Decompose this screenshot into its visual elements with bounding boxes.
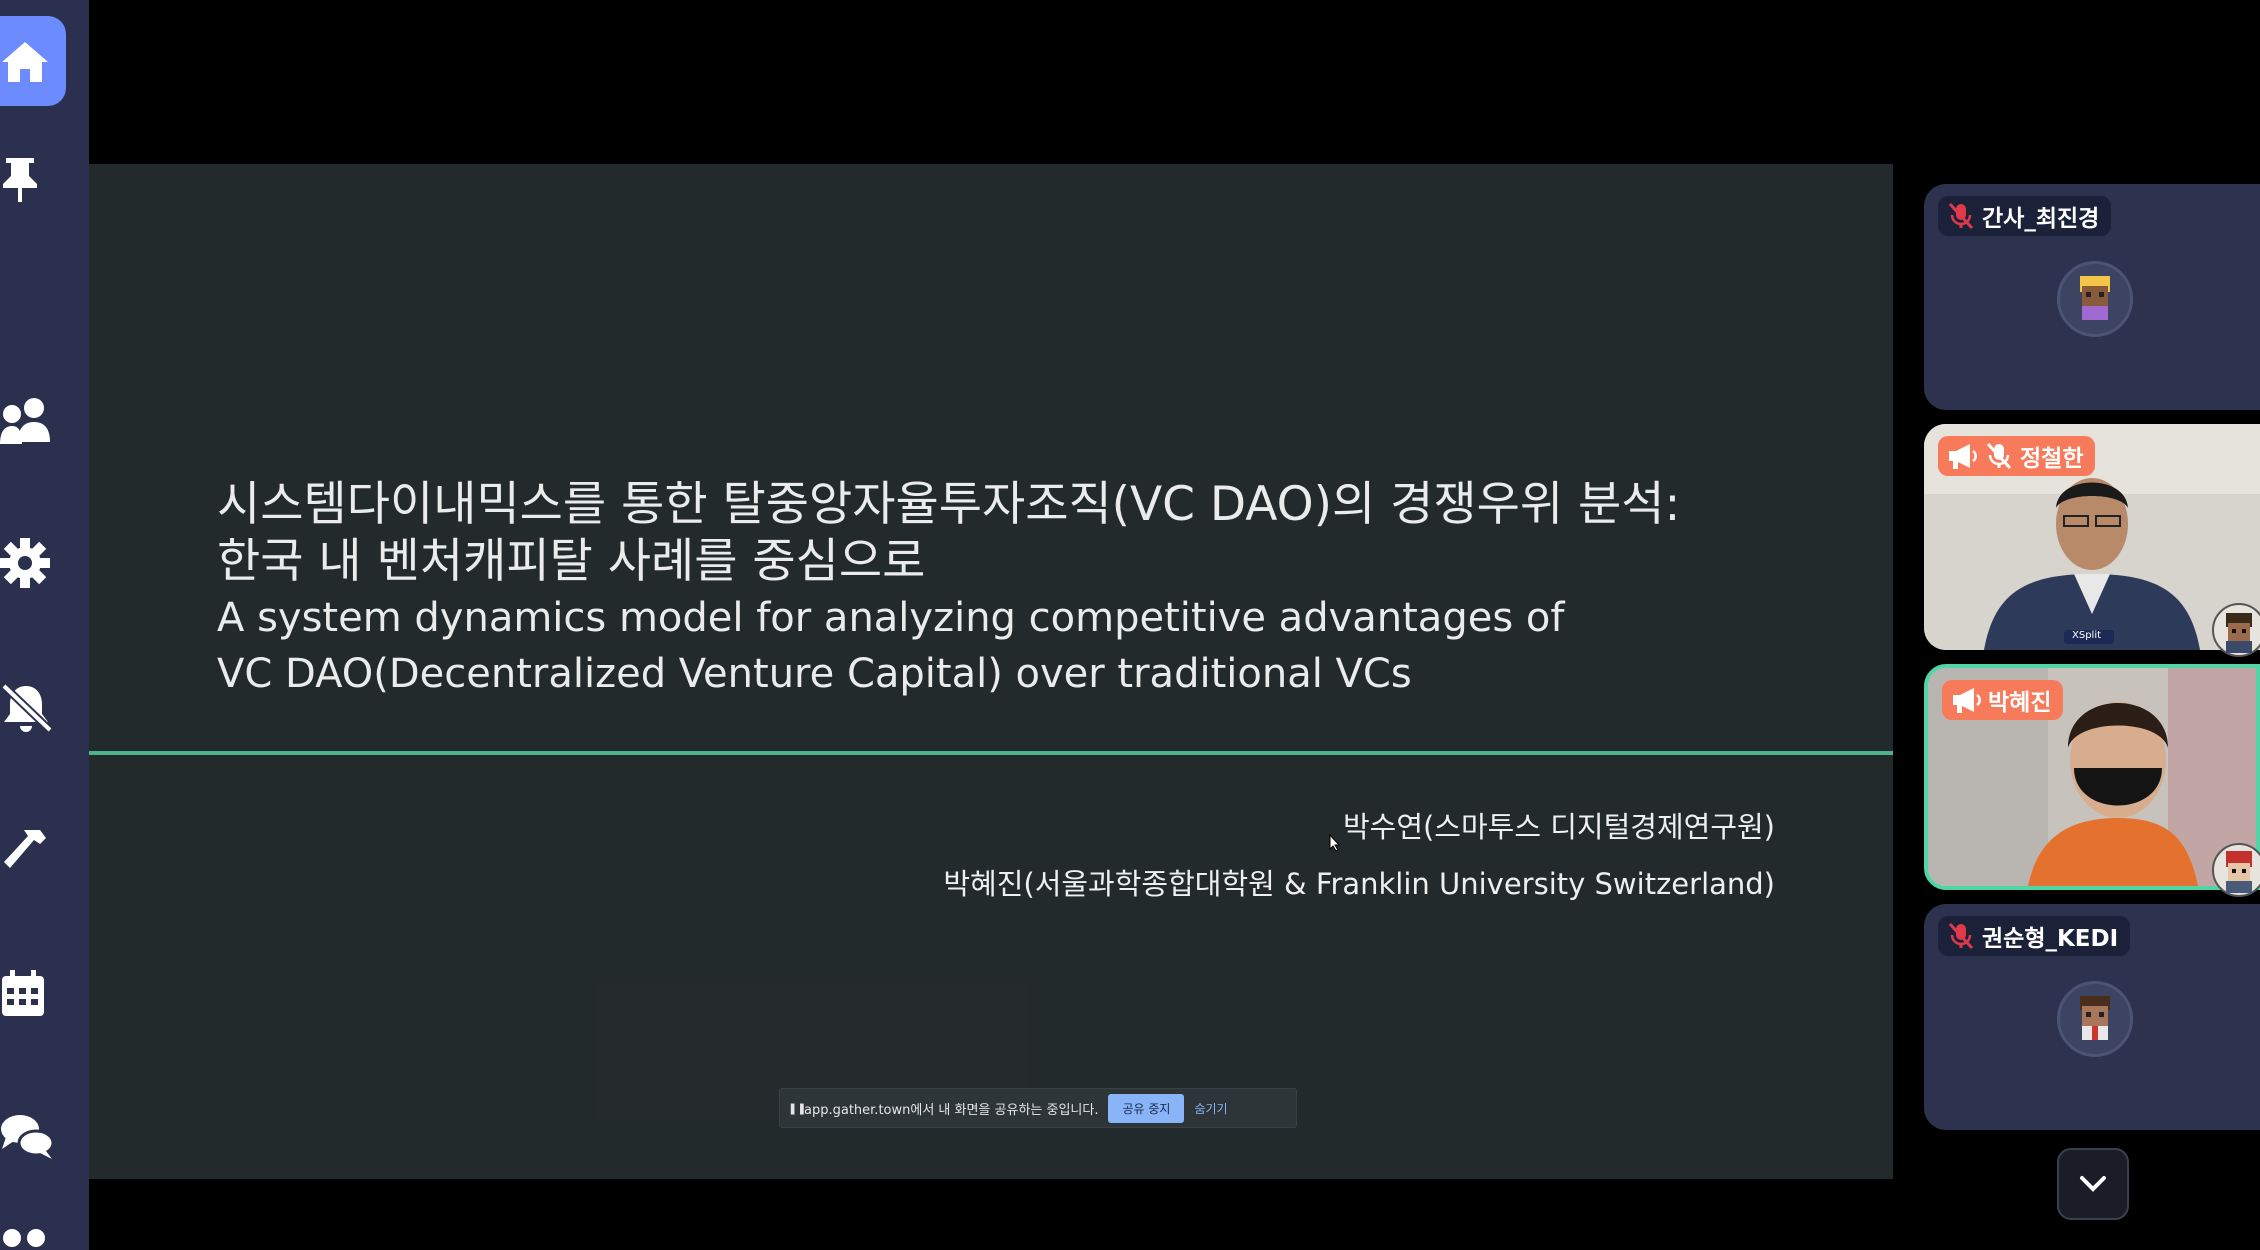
share-message: app.gather.town에서 내 화면을 공유하는 중입니다.: [804, 1102, 1099, 1118]
title-en-line1: A system dynamics model for analyzing co…: [217, 595, 1565, 641]
screen-share-bar: ❚❚ app.gather.town에서 내 화면을 공유하는 중입니다. 공유…: [779, 1088, 1297, 1128]
video-watermark: XSplit: [2072, 630, 2102, 641]
stop-sharing-button[interactable]: 공유 중지: [1108, 1093, 1185, 1123]
participant-name-tag: 박혜진: [1942, 680, 2064, 720]
home-icon: [2, 42, 48, 82]
participant-tile[interactable]: 권순형_KEDI: [1924, 904, 2260, 1130]
sidebar: [0, 0, 89, 1250]
pause-icon[interactable]: ❚❚: [788, 1102, 806, 1115]
megaphone-icon: [1953, 688, 1981, 713]
sidebar-item-pin[interactable]: [0, 136, 66, 222]
sidebar-item-more[interactable]: [0, 1210, 66, 1250]
mic-muted-icon: [1948, 922, 1974, 950]
participant-mini-avatar: [2212, 603, 2260, 657]
participant-name: 박혜진: [1988, 690, 2052, 716]
participant-tile[interactable]: XSplit 정철한: [1924, 424, 2260, 650]
people-icon: [0, 398, 50, 444]
title-en-line2: VC DAO(Decentralized Venture Capital) ov…: [217, 651, 1412, 697]
mouse-cursor-icon: [1329, 834, 1341, 852]
participant-name: 정철한: [2020, 446, 2084, 472]
participant-name-tag: 간사_최진경: [1938, 196, 2112, 236]
title-ko-line1: 시스템다이내믹스를 통한 탈중앙자율투자조직(VC DAO)의 경쟁우위 분석:: [217, 477, 1681, 532]
shared-screen-slide: 시스템다이내믹스를 통한 탈중앙자율투자조직(VC DAO)의 경쟁우위 분석:…: [89, 164, 1893, 1179]
sidebar-item-chat[interactable]: [0, 1094, 66, 1180]
sidebar-item-notifications[interactable]: [0, 665, 66, 751]
author-2: 박혜진(서울과학종합대학원 & Franklin University Swit…: [943, 867, 1775, 901]
more-icon: [3, 1229, 45, 1247]
participant-mini-avatar: [2212, 843, 2260, 897]
sidebar-item-people[interactable]: [0, 378, 66, 464]
chat-icon: [1, 1115, 54, 1159]
title-ko-line2: 한국 내 벤처캐피탈 사례를 중심으로: [217, 534, 926, 589]
slide-divider: [89, 751, 1893, 755]
sidebar-item-settings[interactable]: [0, 520, 66, 606]
sidebar-item-home[interactable]: [0, 16, 66, 106]
participant-tile-active[interactable]: 박혜진: [1924, 664, 2260, 890]
participant-name: 간사_최진경: [1982, 206, 2100, 232]
mic-muted-icon: [1986, 442, 2012, 470]
sidebar-item-build[interactable]: [0, 806, 66, 892]
author-1: 박수연(스마투스 디지털경제연구원): [1342, 810, 1775, 844]
participant-tile[interactable]: 간사_최진경: [1924, 184, 2260, 410]
pin-icon: [3, 158, 37, 202]
calendar-icon: [2, 970, 44, 1016]
avatar: [2057, 261, 2133, 337]
participant-name: 권순형_KEDI: [1982, 926, 2119, 952]
mic-muted-icon: [1948, 202, 1974, 230]
sidebar-item-calendar[interactable]: [0, 950, 66, 1036]
bell-off-icon: [1, 683, 53, 733]
megaphone-icon: [1949, 444, 1977, 469]
hammer-icon: [4, 830, 46, 868]
scroll-participants-button[interactable]: [2057, 1148, 2129, 1220]
chevron-down-icon: [2080, 1176, 2106, 1192]
avatar: [2057, 981, 2133, 1057]
slide-title-english: A system dynamics model for analyzing co…: [217, 590, 1857, 702]
participant-name-tag: 정철한: [1938, 436, 2096, 476]
gear-icon: [0, 538, 50, 588]
hide-button[interactable]: 숨기기: [1194, 1100, 1227, 1117]
participant-name-tag: 권순형_KEDI: [1938, 916, 2131, 956]
slide-title-korean: 시스템다이내믹스를 통한 탈중앙자율투자조직(VC DAO)의 경쟁우위 분석:…: [217, 476, 1817, 590]
